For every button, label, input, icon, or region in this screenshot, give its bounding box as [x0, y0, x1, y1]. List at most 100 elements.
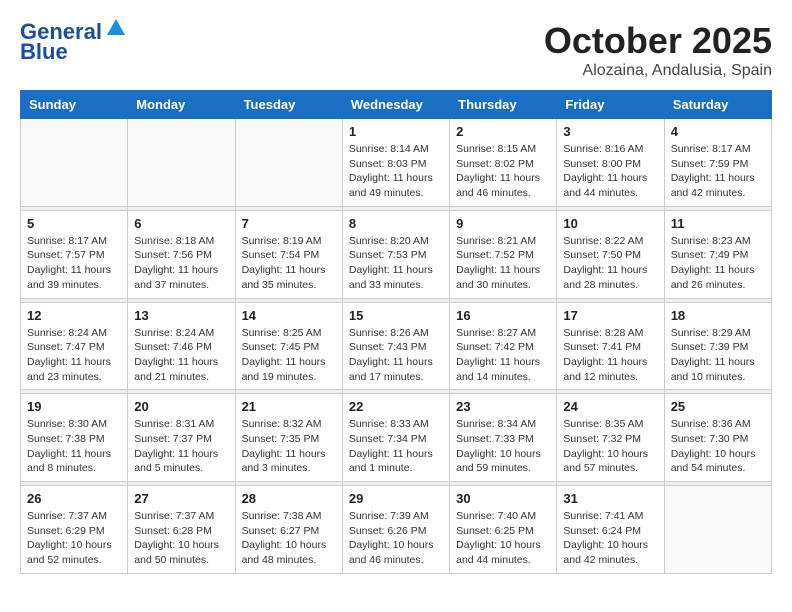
day-info: Sunrise: 8:14 AMSunset: 8:03 PMDaylight:… [349, 142, 443, 201]
calendar-day: 3 Sunrise: 8:16 AMSunset: 8:00 PMDaylight… [557, 119, 664, 207]
day-number: 8 [349, 216, 443, 231]
day-info: Sunrise: 8:30 AMSunset: 7:38 PMDaylight:… [27, 417, 121, 476]
calendar-day: 7 Sunrise: 8:19 AMSunset: 7:54 PMDaylight… [235, 210, 342, 298]
day-info: Sunrise: 8:18 AMSunset: 7:56 PMDaylight:… [134, 234, 228, 293]
day-info: Sunrise: 8:23 AMSunset: 7:49 PMDaylight:… [671, 234, 765, 293]
day-info: Sunrise: 7:38 AMSunset: 6:27 PMDaylight:… [242, 509, 336, 568]
logo-triangle-icon [105, 17, 127, 39]
calendar-day: 25Sunrise: 8:36 AMSunset: 7:30 PMDayligh… [664, 394, 771, 482]
calendar-day: 5 Sunrise: 8:17 AMSunset: 7:57 PMDaylight… [21, 210, 128, 298]
day-info: Sunrise: 7:41 AMSunset: 6:24 PMDaylight:… [563, 509, 657, 568]
calendar-day: 27 Sunrise: 7:37 AMSunset: 6:28 PMDayligh… [128, 486, 235, 574]
logo: General Blue [20, 20, 127, 64]
day-info: Sunrise: 7:39 AMSunset: 6:26 PMDaylight:… [349, 509, 443, 568]
calendar-day: 21Sunrise: 8:32 AMSunset: 7:35 PMDayligh… [235, 394, 342, 482]
day-number: 9 [456, 216, 550, 231]
day-number: 28 [242, 491, 336, 506]
day-number: 7 [242, 216, 336, 231]
calendar-day: 23 Sunrise: 8:34 AMSunset: 7:33 PMDayligh… [450, 394, 557, 482]
day-number: 25 [671, 399, 765, 414]
calendar-header-row: Sunday Monday Tuesday Wednesday Thursday… [21, 91, 772, 119]
day-number: 27 [134, 491, 228, 506]
calendar-day: 9Sunrise: 8:21 AMSunset: 7:52 PMDaylight… [450, 210, 557, 298]
day-number: 5 [27, 216, 121, 231]
day-number: 29 [349, 491, 443, 506]
calendar-day: 1Sunrise: 8:14 AMSunset: 8:03 PMDaylight… [342, 119, 449, 207]
calendar-week-row: 26Sunrise: 7:37 AMSunset: 6:29 PMDayligh… [21, 486, 772, 574]
calendar-day: 11 Sunrise: 8:23 AMSunset: 7:49 PMDayligh… [664, 210, 771, 298]
day-info: Sunrise: 8:16 AMSunset: 8:00 PMDaylight:… [563, 142, 657, 201]
day-info: Sunrise: 7:37 AMSunset: 6:28 PMDaylight:… [134, 509, 228, 568]
calendar-day: 31 Sunrise: 7:41 AMSunset: 6:24 PMDayligh… [557, 486, 664, 574]
day-info: Sunrise: 7:37 AMSunset: 6:29 PMDaylight:… [27, 509, 121, 568]
calendar-day: 17Sunrise: 8:28 AMSunset: 7:41 PMDayligh… [557, 302, 664, 390]
calendar-day: 2Sunrise: 8:15 AMSunset: 8:02 PMDaylight… [450, 119, 557, 207]
day-info: Sunrise: 8:26 AMSunset: 7:43 PMDaylight:… [349, 326, 443, 385]
day-info: Sunrise: 8:33 AMSunset: 7:34 PMDaylight:… [349, 417, 443, 476]
day-number: 11 [671, 216, 765, 231]
calendar-day [128, 119, 235, 207]
day-info: Sunrise: 7:40 AMSunset: 6:25 PMDaylight:… [456, 509, 550, 568]
month-title: October 2025 [544, 20, 772, 62]
day-info: Sunrise: 8:19 AMSunset: 7:54 PMDaylight:… [242, 234, 336, 293]
day-number: 13 [134, 308, 228, 323]
calendar-table: Sunday Monday Tuesday Wednesday Thursday… [20, 90, 772, 574]
day-number: 15 [349, 308, 443, 323]
calendar-day: 22 Sunrise: 8:33 AMSunset: 7:34 PMDayligh… [342, 394, 449, 482]
calendar-day: 16 Sunrise: 8:27 AMSunset: 7:42 PMDayligh… [450, 302, 557, 390]
calendar-day: 13 Sunrise: 8:24 AMSunset: 7:46 PMDayligh… [128, 302, 235, 390]
calendar-day: 8 Sunrise: 8:20 AMSunset: 7:53 PMDaylight… [342, 210, 449, 298]
day-number: 3 [563, 124, 657, 139]
day-info: Sunrise: 8:15 AMSunset: 8:02 PMDaylight:… [456, 142, 550, 201]
page-header: General Blue October 2025 Alozaina, Anda… [20, 20, 772, 80]
day-number: 14 [242, 308, 336, 323]
calendar-day [664, 486, 771, 574]
col-thursday: Thursday [450, 91, 557, 119]
day-info: Sunrise: 8:24 AMSunset: 7:46 PMDaylight:… [134, 326, 228, 385]
calendar-day: 12Sunrise: 8:24 AMSunset: 7:47 PMDayligh… [21, 302, 128, 390]
calendar-day: 15 Sunrise: 8:26 AMSunset: 7:43 PMDayligh… [342, 302, 449, 390]
day-info: Sunrise: 8:17 AMSunset: 7:59 PMDaylight:… [671, 142, 765, 201]
day-info: Sunrise: 8:34 AMSunset: 7:33 PMDaylight:… [456, 417, 550, 476]
day-info: Sunrise: 8:27 AMSunset: 7:42 PMDaylight:… [456, 326, 550, 385]
calendar-day: 18Sunrise: 8:29 AMSunset: 7:39 PMDayligh… [664, 302, 771, 390]
calendar-day: 28 Sunrise: 7:38 AMSunset: 6:27 PMDayligh… [235, 486, 342, 574]
calendar-day: 19 Sunrise: 8:30 AMSunset: 7:38 PMDayligh… [21, 394, 128, 482]
day-info: Sunrise: 8:29 AMSunset: 7:39 PMDaylight:… [671, 326, 765, 385]
day-number: 20 [134, 399, 228, 414]
day-info: Sunrise: 8:20 AMSunset: 7:53 PMDaylight:… [349, 234, 443, 293]
calendar-day [21, 119, 128, 207]
calendar-day: 30Sunrise: 7:40 AMSunset: 6:25 PMDayligh… [450, 486, 557, 574]
day-info: Sunrise: 8:24 AMSunset: 7:47 PMDaylight:… [27, 326, 121, 385]
calendar-week-row: 19 Sunrise: 8:30 AMSunset: 7:38 PMDayligh… [21, 394, 772, 482]
day-number: 31 [563, 491, 657, 506]
day-number: 21 [242, 399, 336, 414]
col-wednesday: Wednesday [342, 91, 449, 119]
col-monday: Monday [128, 91, 235, 119]
day-number: 10 [563, 216, 657, 231]
location: Alozaina, Andalusia, Spain [544, 62, 772, 80]
calendar-day: 14 Sunrise: 8:25 AMSunset: 7:45 PMDayligh… [235, 302, 342, 390]
day-info: Sunrise: 8:31 AMSunset: 7:37 PMDaylight:… [134, 417, 228, 476]
day-number: 4 [671, 124, 765, 139]
calendar-day: 4 Sunrise: 8:17 AMSunset: 7:59 PMDaylight… [664, 119, 771, 207]
day-info: Sunrise: 8:17 AMSunset: 7:57 PMDaylight:… [27, 234, 121, 293]
calendar-day: 24 Sunrise: 8:35 AMSunset: 7:32 PMDayligh… [557, 394, 664, 482]
col-friday: Friday [557, 91, 664, 119]
calendar-day: 20 Sunrise: 8:31 AMSunset: 7:37 PMDayligh… [128, 394, 235, 482]
col-sunday: Sunday [21, 91, 128, 119]
day-info: Sunrise: 8:35 AMSunset: 7:32 PMDaylight:… [563, 417, 657, 476]
calendar-day [235, 119, 342, 207]
day-number: 24 [563, 399, 657, 414]
day-info: Sunrise: 8:25 AMSunset: 7:45 PMDaylight:… [242, 326, 336, 385]
day-number: 23 [456, 399, 550, 414]
calendar-day: 29 Sunrise: 7:39 AMSunset: 6:26 PMDayligh… [342, 486, 449, 574]
day-number: 19 [27, 399, 121, 414]
col-tuesday: Tuesday [235, 91, 342, 119]
calendar-day: 6Sunrise: 8:18 AMSunset: 7:56 PMDaylight… [128, 210, 235, 298]
day-info: Sunrise: 8:28 AMSunset: 7:41 PMDaylight:… [563, 326, 657, 385]
title-section: October 2025 Alozaina, Andalusia, Spain [544, 20, 772, 80]
day-number: 22 [349, 399, 443, 414]
calendar-week-row: 1Sunrise: 8:14 AMSunset: 8:03 PMDaylight… [21, 119, 772, 207]
day-number: 16 [456, 308, 550, 323]
